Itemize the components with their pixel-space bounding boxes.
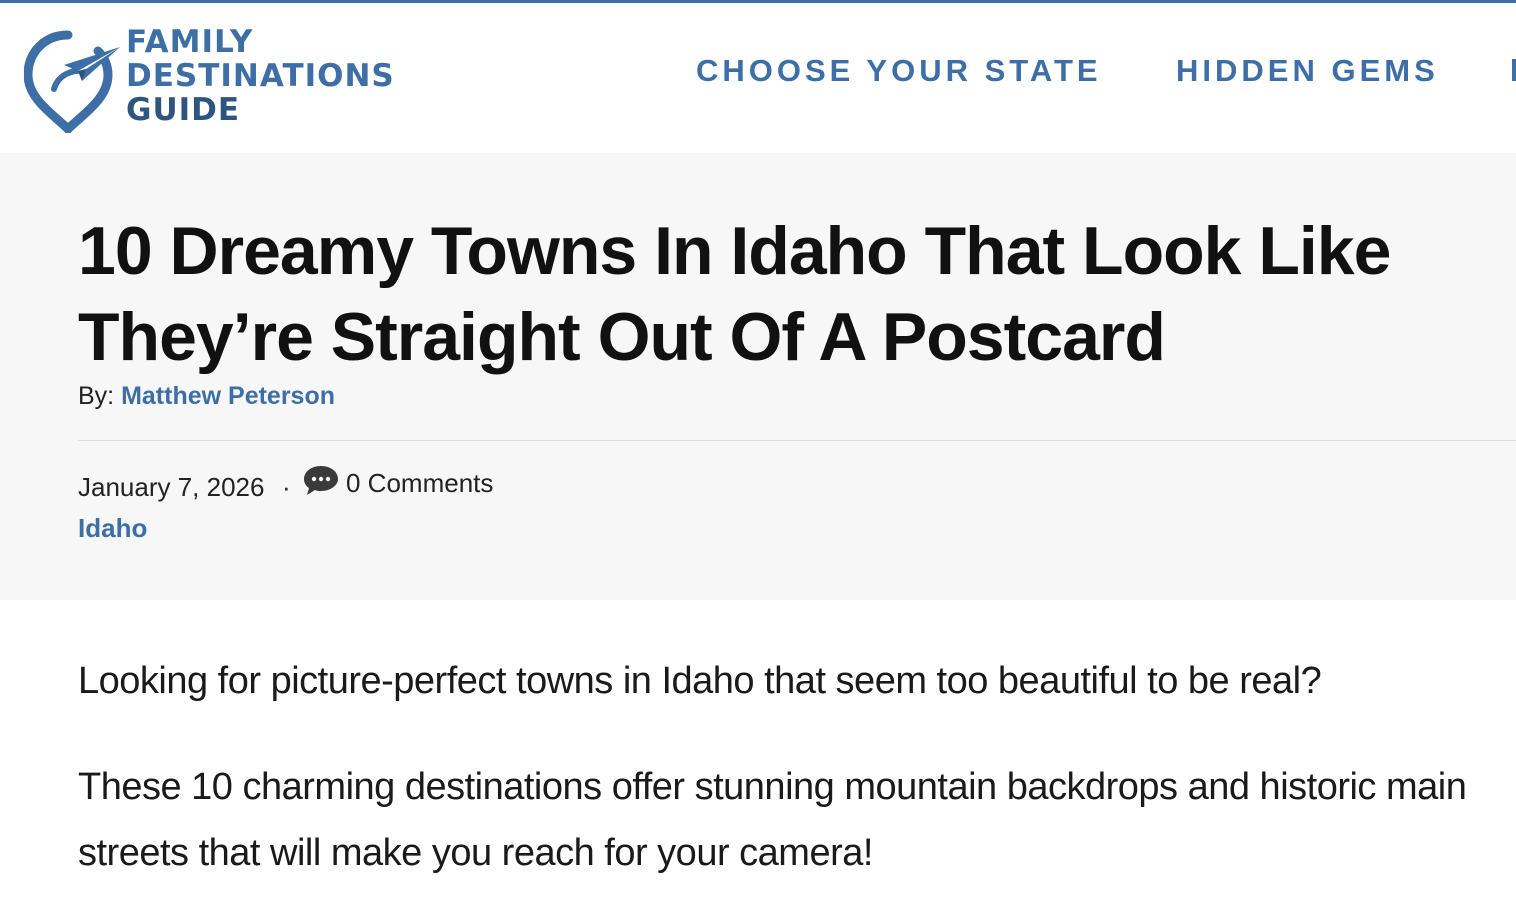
logo-line-destinations: DESTINATIONS — [126, 58, 395, 94]
divider — [78, 440, 1516, 441]
logo-line-guide: GUIDE — [126, 92, 241, 128]
map-pin-paper-plane-icon — [24, 30, 120, 133]
speech-bubble-icon[interactable] — [302, 463, 340, 497]
logo-wordmark: FAMILY DESTINATIONS GUIDE — [126, 25, 395, 127]
nav-overflow-edge — [1512, 59, 1516, 81]
author-link[interactable]: Matthew Peterson — [121, 382, 335, 410]
article-header: 10 Dreamy Towns In Idaho That Look Like … — [0, 153, 1516, 600]
meta-separator: · — [282, 472, 291, 502]
comments-link[interactable]: 0 Comments — [346, 463, 493, 503]
article-title: 10 Dreamy Towns In Idaho That Look Like … — [78, 213, 1391, 375]
intro-paragraph: Looking for picture-perfect towns in Ida… — [78, 660, 1322, 702]
nav-item-choose-your-state[interactable]: CHOOSE YOUR STATE — [696, 51, 1102, 91]
publish-date: January 7, 2026 — [78, 472, 265, 502]
byline-prefix: By: — [78, 382, 115, 410]
body-paragraph: These 10 charming destinations offer stu… — [78, 766, 1467, 874]
byline: By: Matthew Peterson — [78, 379, 335, 413]
nav-item-hidden-gems[interactable]: HIDDEN GEMS — [1176, 51, 1439, 91]
site-logo[interactable]: FAMILY DESTINATIONS GUIDE — [24, 25, 394, 137]
logo-line-family: FAMILY — [126, 24, 254, 60]
site-header: FAMILY DESTINATIONS GUIDE CHOOSE YOUR ST… — [0, 3, 1516, 153]
category-link[interactable]: Idaho — [78, 511, 147, 545]
